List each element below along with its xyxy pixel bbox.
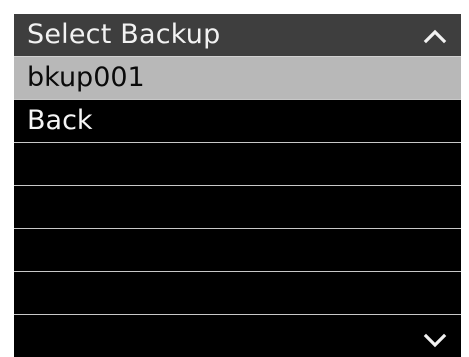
list-item-empty	[14, 186, 461, 229]
menu-title: Select Backup	[27, 19, 221, 50]
list-item-back[interactable]: Back	[14, 100, 461, 143]
list-item-empty	[14, 143, 461, 186]
list-item-empty	[14, 229, 461, 272]
backup-list: bkup001 Back	[14, 57, 461, 357]
list-item-label: Back	[27, 105, 93, 136]
list-item-empty	[14, 272, 461, 315]
list-item-label: bkup001	[27, 62, 145, 93]
menu-header: Select Backup	[14, 14, 461, 57]
chevron-up-icon[interactable]	[423, 28, 447, 44]
list-item-bkup001[interactable]: bkup001	[14, 57, 461, 100]
chevron-down-icon[interactable]	[423, 333, 447, 349]
backup-select-menu: Select Backup bkup001 Back	[14, 14, 461, 357]
list-item-empty	[14, 315, 461, 357]
